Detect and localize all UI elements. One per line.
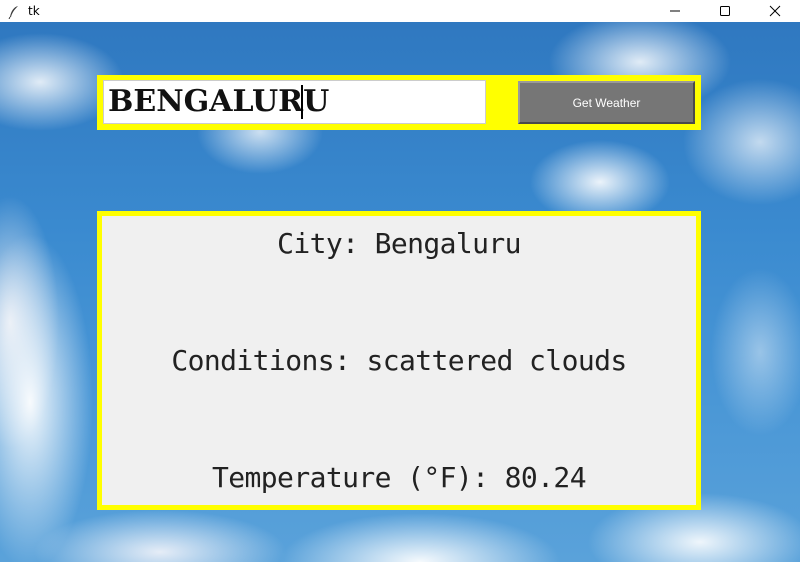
search-frame: Get Weather (97, 75, 701, 130)
weather-result: City: Bengaluru Conditions: scattered cl… (171, 146, 627, 562)
title-bar: tk (0, 0, 800, 22)
feather-icon (8, 4, 20, 20)
maximize-icon (720, 6, 730, 16)
city-input[interactable] (103, 80, 486, 124)
result-city: City: Bengaluru (277, 227, 521, 260)
result-frame: City: Bengaluru Conditions: scattered cl… (97, 211, 701, 510)
close-button[interactable] (750, 0, 800, 22)
get-weather-button[interactable]: Get Weather (518, 81, 695, 124)
close-icon (769, 5, 781, 17)
result-conditions: Conditions: scattered clouds (171, 344, 627, 377)
window-controls (650, 0, 800, 22)
result-panel: City: Bengaluru Conditions: scattered cl… (102, 216, 696, 505)
text-caret (301, 85, 303, 119)
result-temperature: Temperature (°F): 80.24 (212, 461, 587, 494)
minimize-button[interactable] (650, 0, 700, 22)
app-window: tk Get Weather (0, 0, 800, 562)
minimize-icon (670, 10, 680, 12)
maximize-button[interactable] (700, 0, 750, 22)
window-title: tk (28, 4, 40, 18)
